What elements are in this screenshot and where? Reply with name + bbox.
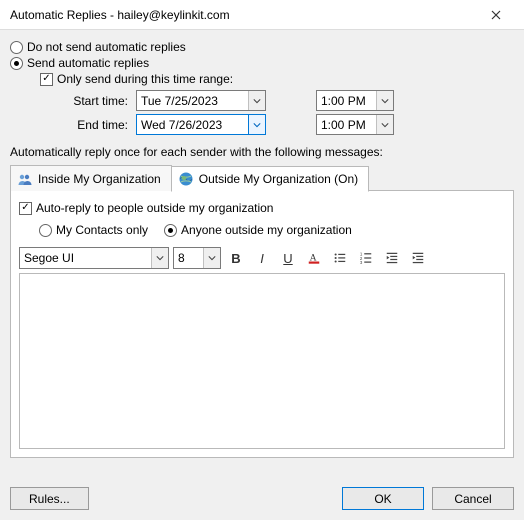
italic-button[interactable]: I [251, 247, 273, 269]
start-time-label: Start time: [62, 94, 128, 108]
rules-button[interactable]: Rules... [10, 487, 89, 510]
radio-anyone-outside[interactable]: Anyone outside my organization [164, 223, 352, 237]
chevron-down-icon [248, 91, 265, 110]
italic-icon: I [260, 251, 264, 266]
bold-icon: B [231, 251, 240, 266]
message-editor[interactable] [19, 273, 505, 449]
window-title: Automatic Replies - hailey@keylinkit.com [10, 8, 230, 22]
combo-value: 1:00 PM [321, 118, 366, 132]
close-button[interactable] [476, 1, 516, 29]
indent-icon [411, 251, 425, 265]
font-combo[interactable]: Segoe UI [19, 247, 169, 269]
globe-icon [178, 171, 194, 187]
radio-icon [10, 41, 23, 54]
bullet-list-button[interactable] [329, 247, 351, 269]
start-time-combo[interactable]: 1:00 PM [316, 90, 394, 111]
combo-value: 8 [178, 251, 185, 265]
checkbox-label: Auto-reply to people outside my organiza… [36, 201, 273, 215]
radio-label: Do not send automatic replies [27, 40, 186, 54]
dialog-buttons: Rules... OK Cancel [10, 487, 514, 510]
number-list-button[interactable]: 123 [355, 247, 377, 269]
chevron-down-icon [376, 115, 393, 134]
checkbox-icon [19, 202, 32, 215]
button-label: OK [374, 492, 391, 506]
radio-icon [10, 57, 23, 70]
org-people-icon [17, 171, 33, 187]
chevron-down-icon [376, 91, 393, 110]
radio-send[interactable]: Send automatic replies [10, 56, 514, 70]
svg-text:3: 3 [360, 260, 363, 265]
chevron-down-icon [248, 115, 265, 134]
button-label: Rules... [29, 492, 70, 506]
end-time-label: End time: [62, 118, 128, 132]
cancel-button[interactable]: Cancel [432, 487, 514, 510]
tab-outside[interactable]: Outside My Organization (On) [171, 166, 369, 192]
end-date-combo[interactable]: Wed 7/26/2023 [136, 114, 266, 135]
end-time-combo[interactable]: 1:00 PM [316, 114, 394, 135]
combo-value: Wed 7/26/2023 [141, 118, 222, 132]
ok-button[interactable]: OK [342, 487, 424, 510]
editor-toolbar: Segoe UI 8 B I U A 123 [19, 247, 505, 269]
underline-button[interactable]: U [277, 247, 299, 269]
radio-dont-send[interactable]: Do not send automatic replies [10, 40, 514, 54]
chevron-down-icon [203, 248, 220, 268]
outdent-icon [385, 251, 399, 265]
checkbox-time-range[interactable]: Only send during this time range: [40, 72, 514, 86]
radio-icon [164, 224, 177, 237]
indent-button[interactable] [407, 247, 429, 269]
button-label: Cancel [454, 492, 491, 506]
underline-icon: U [283, 251, 292, 266]
checkbox-icon [40, 73, 53, 86]
section-label: Automatically reply once for each sender… [10, 145, 514, 159]
font-color-button[interactable]: A [303, 247, 325, 269]
radio-label: My Contacts only [56, 223, 148, 237]
radio-label: Send automatic replies [27, 56, 149, 70]
tabs: Inside My Organization Outside My Organi… [10, 165, 514, 191]
font-size-combo[interactable]: 8 [173, 247, 221, 269]
combo-value: Tue 7/25/2023 [141, 94, 218, 108]
tab-panel-outside: Auto-reply to people outside my organiza… [10, 190, 514, 458]
number-list-icon: 123 [359, 251, 373, 265]
tab-label: Inside My Organization [38, 172, 161, 186]
radio-label: Anyone outside my organization [181, 223, 352, 237]
tab-label: Outside My Organization (On) [199, 172, 358, 186]
chevron-down-icon [151, 248, 168, 268]
time-range-grid: Start time: Tue 7/25/2023 1:00 PM End ti… [62, 90, 514, 135]
combo-value: Segoe UI [24, 251, 74, 265]
start-date-combo[interactable]: Tue 7/25/2023 [136, 90, 266, 111]
close-icon [491, 10, 501, 20]
bold-button[interactable]: B [225, 247, 247, 269]
checkbox-auto-reply-outside[interactable]: Auto-reply to people outside my organiza… [19, 201, 505, 215]
bullet-list-icon [333, 251, 347, 265]
radio-contacts-only[interactable]: My Contacts only [39, 223, 148, 237]
outdent-button[interactable] [381, 247, 403, 269]
tab-inside[interactable]: Inside My Organization [10, 165, 172, 191]
font-color-icon: A [307, 251, 321, 265]
radio-icon [39, 224, 52, 237]
titlebar: Automatic Replies - hailey@keylinkit.com [0, 0, 524, 30]
combo-value: 1:00 PM [321, 94, 366, 108]
dialog-body: Do not send automatic replies Send autom… [0, 30, 524, 520]
checkbox-label: Only send during this time range: [57, 72, 233, 86]
